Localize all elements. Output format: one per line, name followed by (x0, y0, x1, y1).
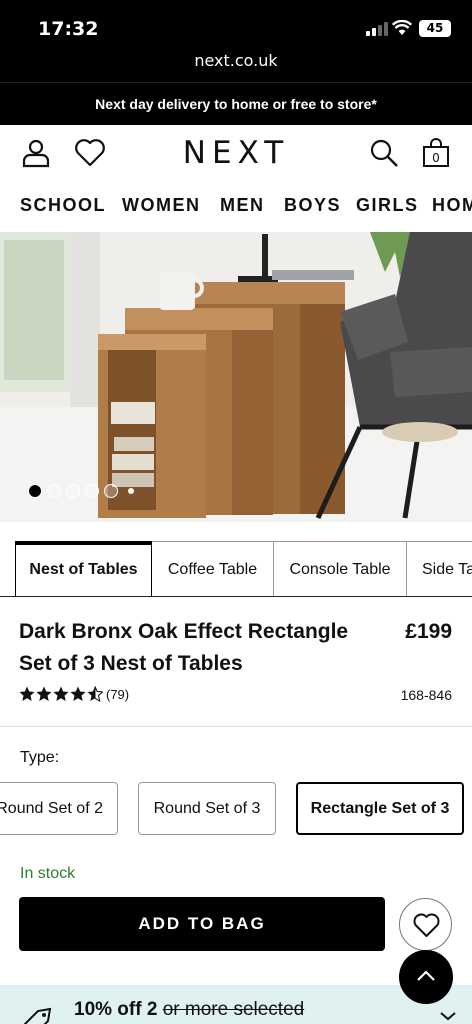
star-icon (53, 686, 69, 701)
type-option-round-set-of-3[interactable]: Round Set of 3 (138, 782, 276, 835)
product-price: £199 (405, 620, 452, 643)
carousel-dot[interactable] (66, 484, 80, 498)
tab-nest-of-tables[interactable]: Nest of Tables (15, 541, 152, 596)
status-bar: 17:32 45 next.co.uk (0, 0, 472, 82)
divider (0, 726, 472, 727)
bag-icon[interactable]: 0 (419, 136, 453, 170)
nav-item-boys[interactable]: BOYS (284, 195, 341, 216)
carousel-dot[interactable] (28, 484, 42, 498)
offer-text: 10% off 2 or more selected (74, 999, 304, 1021)
svg-text:0: 0 (432, 151, 440, 165)
delivery-promo-bar[interactable]: Next day delivery to home or free to sto… (0, 82, 472, 125)
carousel-dot[interactable] (47, 484, 61, 498)
product-image[interactable] (0, 232, 472, 522)
review-count[interactable]: (79) (106, 687, 129, 702)
nav-item-girls[interactable]: GIRLS (356, 195, 419, 216)
nav-item-men[interactable]: MEN (220, 195, 265, 216)
signal-icon (366, 22, 388, 36)
browser-url[interactable]: next.co.uk (0, 51, 472, 70)
chevron-down-icon[interactable] (438, 1010, 458, 1022)
heart-icon (413, 913, 440, 937)
tab-console-table[interactable]: Console Table (273, 541, 407, 596)
category-nav: SCHOOL WOMEN MEN BOYS GIRLS HOME (0, 183, 472, 229)
back-to-top-button[interactable] (399, 950, 453, 1004)
star-icon (36, 686, 52, 701)
stock-status: In stock (20, 865, 76, 882)
save-favourite-button[interactable] (399, 898, 452, 951)
type-label: Type: (20, 749, 60, 766)
carousel-dot[interactable] (104, 484, 118, 498)
site-header: NEXT 0 (0, 125, 472, 183)
wifi-icon (392, 20, 412, 35)
battery-icon: 45 (419, 20, 451, 37)
chevron-up-icon (417, 970, 435, 981)
star-icon (70, 686, 86, 701)
star-icon (19, 686, 35, 701)
type-option-rectangle-set-of-3[interactable]: Rectangle Set of 3 (296, 782, 464, 835)
tag-icon (23, 1007, 52, 1024)
product-type-tabs: Nest of Tables Coffee Table Console Tabl… (0, 541, 472, 597)
half-star-icon (87, 686, 103, 702)
status-time: 17:32 (38, 18, 99, 40)
add-to-bag-button[interactable]: ADD TO BAG (19, 897, 385, 951)
nav-item-school[interactable]: SCHOOL (20, 195, 106, 216)
offer-struck-text: or more selected (162, 999, 305, 1020)
type-option-round-set-of-2[interactable]: Round Set of 2 (0, 782, 118, 835)
tab-coffee-table[interactable]: Coffee Table (151, 541, 274, 596)
nav-item-home[interactable]: HOME (432, 195, 472, 216)
next-logo[interactable]: NEXT (0, 135, 472, 171)
product-title: Dark Bronx Oak Effect Rectangle Set of 3… (19, 620, 349, 675)
multibuy-offer-banner[interactable]: 10% off 2 or more selected (0, 985, 472, 1024)
carousel-dot[interactable] (85, 484, 99, 498)
nav-item-women[interactable]: WOMEN (122, 195, 201, 216)
product-sku: 168-846 (400, 687, 452, 703)
carousel-dot[interactable] (128, 488, 134, 494)
search-icon[interactable] (367, 136, 401, 170)
offer-prefix: 10% off 2 (74, 999, 163, 1020)
tab-side-table[interactable]: Side Table (406, 541, 472, 596)
